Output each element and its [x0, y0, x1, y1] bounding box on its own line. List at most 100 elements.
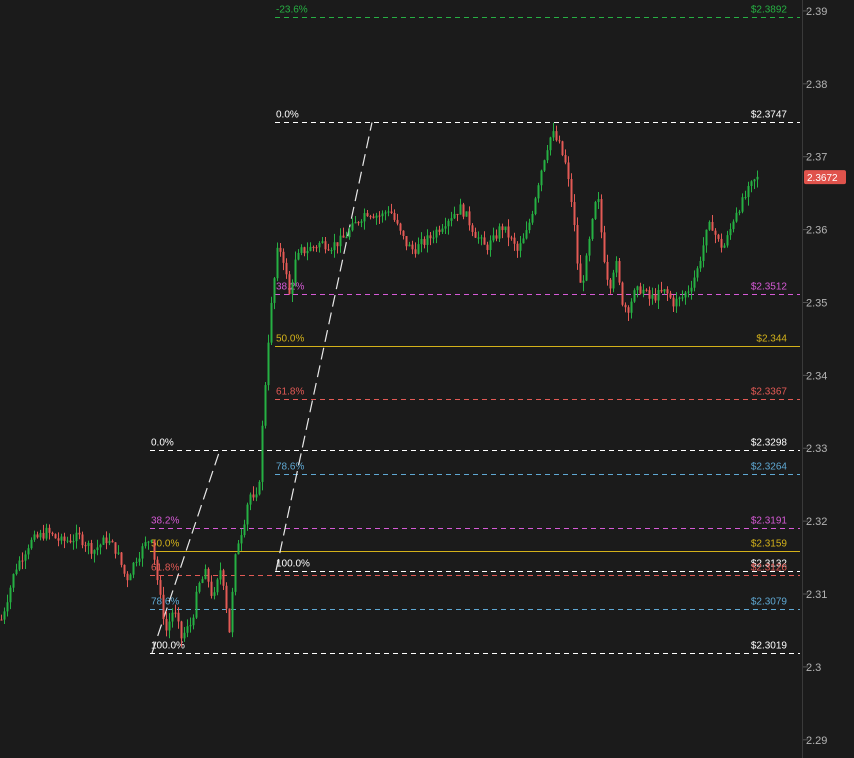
- candle-up: [45, 527, 48, 539]
- candle-down: [366, 213, 369, 217]
- candle-up: [60, 536, 63, 541]
- candle-down: [609, 279, 612, 289]
- candle-down: [105, 537, 108, 544]
- candle-down: [327, 249, 330, 251]
- candle-up: [300, 247, 303, 253]
- candle-up: [216, 579, 219, 593]
- candle-up: [33, 534, 36, 540]
- candle-up: [528, 222, 531, 231]
- candle-up: [552, 131, 555, 138]
- candle-up: [537, 185, 540, 199]
- candle-up: [435, 229, 438, 238]
- candle-up: [204, 568, 207, 580]
- candle-up: [615, 261, 618, 273]
- candle-up: [237, 543, 240, 555]
- candle-down: [57, 538, 60, 541]
- candle-down: [42, 532, 45, 539]
- candle-down: [579, 263, 582, 283]
- candle-down: [207, 568, 210, 582]
- candle-up: [234, 554, 237, 592]
- candle-down: [462, 204, 465, 217]
- fib-upper-price-label: $2.3892: [751, 5, 788, 16]
- candle-up: [273, 278, 276, 303]
- candle-up: [381, 213, 384, 217]
- candle-up: [87, 542, 90, 546]
- fib-upper-price-label: $2.3367: [751, 387, 788, 398]
- fib-lower-pct-label: 38.2%: [151, 516, 179, 527]
- candle-up: [480, 237, 483, 239]
- candle-down: [396, 219, 399, 224]
- fib-lower-pct-label: 61.8%: [151, 563, 179, 574]
- candle-up: [408, 244, 411, 247]
- candle-down: [666, 289, 669, 294]
- candle-up: [255, 494, 258, 498]
- candle-up: [549, 137, 552, 151]
- candle-down: [405, 236, 408, 247]
- candle-down: [282, 251, 285, 263]
- candle-up: [750, 181, 753, 186]
- candle-down: [63, 536, 66, 541]
- candle-down: [159, 580, 162, 595]
- candle-up: [753, 179, 756, 182]
- candle-up: [447, 220, 450, 227]
- candle-down: [438, 229, 441, 232]
- fib-upper-pct-label: -23.6%: [276, 5, 308, 16]
- candle-up: [351, 223, 354, 231]
- candle-up: [591, 218, 594, 239]
- fib-upper-pct-label: 61.8%: [276, 387, 304, 398]
- candle-up: [444, 226, 447, 229]
- candle-down: [90, 542, 93, 554]
- candle-down: [507, 226, 510, 238]
- price-chart[interactable]: -23.6% $2.3892 0.0% $2.3747 38.2% $2.3512 50.0…: [0, 0, 854, 758]
- candle-up: [630, 301, 633, 313]
- candle-up: [690, 287, 693, 292]
- candle-up: [612, 272, 615, 289]
- candle-up: [354, 222, 357, 224]
- candle-up: [675, 298, 678, 307]
- price-axis-tick-label: 2.31: [806, 589, 827, 601]
- candle-up: [708, 221, 711, 230]
- candle-down: [600, 199, 603, 233]
- candle-up: [309, 246, 312, 251]
- candle-up: [321, 241, 324, 243]
- candle-down: [573, 202, 576, 226]
- candle-up: [420, 239, 423, 245]
- candle-up: [534, 198, 537, 214]
- fib-upper-pct-label: 78.6%: [276, 462, 304, 473]
- price-axis-tick-label: 2.35: [806, 297, 827, 309]
- candle-up: [117, 552, 120, 554]
- candle-up: [186, 626, 189, 633]
- candle-down: [660, 290, 663, 292]
- fib-lower-price-label: $2.3191: [751, 516, 788, 527]
- candle-up: [297, 252, 300, 260]
- chart-background: [0, 0, 854, 758]
- candle-down: [252, 494, 255, 498]
- candle-up: [450, 218, 453, 221]
- candle-up: [270, 302, 273, 343]
- candle-down: [495, 235, 498, 239]
- fib-lower-price-label: $2.3298: [751, 438, 788, 449]
- candle-down: [303, 247, 306, 254]
- candle-up: [243, 524, 246, 536]
- candle-down: [312, 246, 315, 248]
- candle-up: [144, 542, 147, 547]
- candle-up: [96, 547, 99, 551]
- candle-up: [240, 535, 243, 544]
- candle-up: [201, 579, 204, 583]
- candle-down: [456, 213, 459, 215]
- candle-down: [411, 244, 414, 250]
- candle-down: [501, 226, 504, 231]
- candle-down: [639, 286, 642, 294]
- candle-down: [369, 216, 372, 218]
- candle-down: [606, 261, 609, 280]
- candle-down: [618, 261, 621, 283]
- candle-up: [231, 591, 234, 633]
- candle-up: [267, 342, 270, 386]
- candle-up: [477, 237, 480, 239]
- candle-up: [747, 185, 750, 198]
- fib-upper-pct-label: 50.0%: [276, 334, 304, 345]
- candle-up: [102, 537, 105, 545]
- candle-up: [330, 250, 333, 252]
- fib-upper-price-label: $2.344: [756, 334, 787, 345]
- candle-down: [399, 223, 402, 231]
